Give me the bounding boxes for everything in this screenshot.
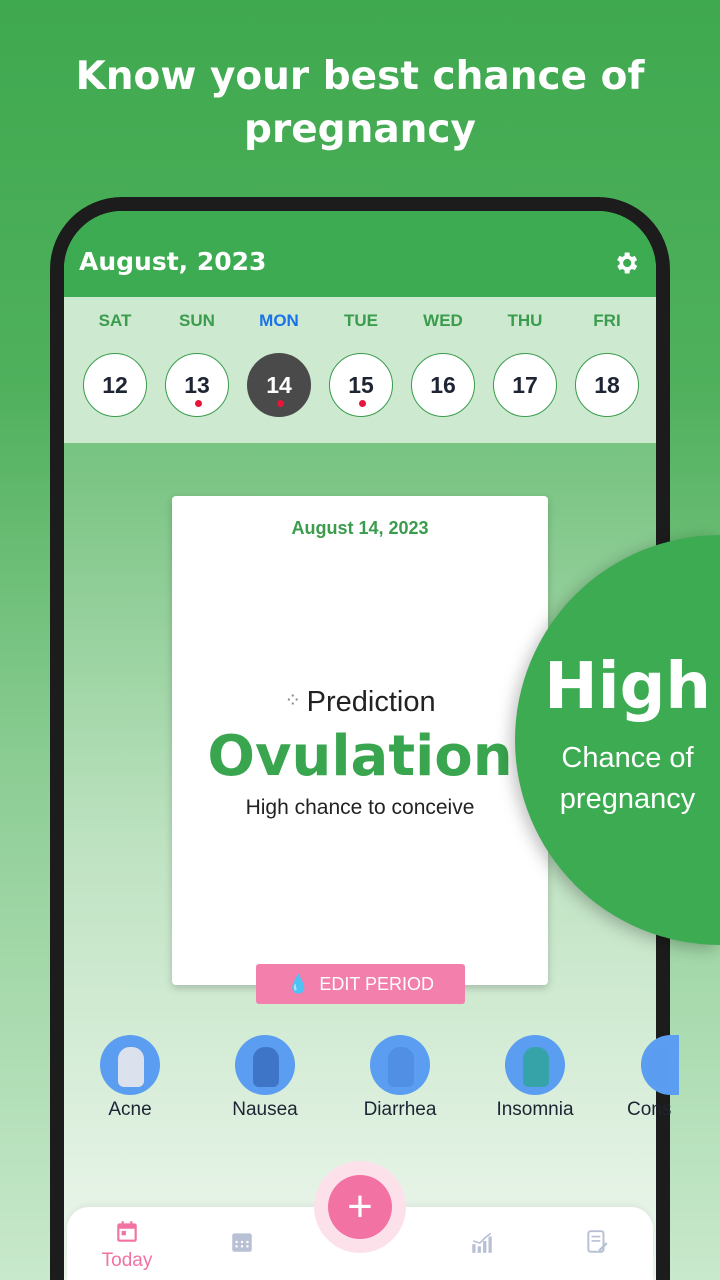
day-17[interactable]: 17 xyxy=(493,353,557,417)
app-header: August, 2023 xyxy=(64,211,656,297)
period-dot xyxy=(277,400,284,407)
add-button[interactable]: + xyxy=(328,1175,392,1239)
drop-icon: 💧 xyxy=(286,973,310,994)
card-date: August 14, 2023 xyxy=(291,518,429,538)
day-name-sun: SUN xyxy=(179,311,215,330)
symptom-label: Acne xyxy=(108,1099,152,1120)
nav-today-label: Today xyxy=(101,1250,153,1271)
edit-period-button[interactable]: 💧 EDIT PERIOD xyxy=(256,964,465,1004)
symptom-icon xyxy=(641,1035,679,1095)
symptom-diarrhea[interactable]: Diarrhea xyxy=(350,1035,450,1121)
badge-title: High xyxy=(544,650,711,724)
symptom-icon xyxy=(505,1035,565,1095)
week-strip: SAT 12 SUN 13 MON 14 TUE 15 WED 16 THU 17 FRI 18 xyxy=(64,297,656,443)
loading-icon: ⁘ xyxy=(284,690,307,712)
nav-calendar[interactable] xyxy=(212,1229,272,1260)
prediction-text: Prediction xyxy=(306,686,436,718)
symptom-cons[interactable]: Cons xyxy=(627,1035,679,1121)
nav-notes[interactable] xyxy=(567,1229,627,1260)
day-name-thu: THU xyxy=(507,311,543,330)
day-number: 18 xyxy=(594,371,620,398)
symptom-label: Nausea xyxy=(232,1099,298,1120)
symptom-label: Diarrhea xyxy=(363,1099,437,1120)
badge-line1: Chance of xyxy=(561,742,694,774)
day-16[interactable]: 16 xyxy=(411,353,475,417)
chance-text: High chance to conceive xyxy=(245,796,475,819)
calendar-icon xyxy=(232,1233,252,1252)
day-15[interactable]: 15 xyxy=(329,353,393,417)
prediction-card: August 14, 2023 ⁘ Prediction Ovulation H… xyxy=(172,496,548,985)
symptom-label: Insomnia xyxy=(496,1099,574,1120)
edit-period-label: EDIT PERIOD xyxy=(319,973,435,994)
period-dot xyxy=(359,400,366,407)
phase-title: Ovulation xyxy=(207,724,513,789)
day-18[interactable]: 18 xyxy=(575,353,639,417)
gear-icon[interactable] xyxy=(612,249,640,277)
day-number: 15 xyxy=(348,371,374,398)
note-edit-icon xyxy=(587,1230,608,1253)
prediction-label: ⁘ Prediction xyxy=(172,686,548,719)
nav-stats[interactable] xyxy=(452,1229,512,1260)
badge-line2: pregnancy xyxy=(559,783,696,815)
symptom-icon xyxy=(235,1035,295,1095)
day-14[interactable]: 14 xyxy=(247,353,311,417)
day-number: 16 xyxy=(430,371,456,398)
month-title: August, 2023 xyxy=(79,247,267,276)
chart-icon xyxy=(472,1232,492,1253)
day-name-wed: WED xyxy=(423,311,463,330)
calendar-today-icon xyxy=(117,1221,137,1242)
day-number: 13 xyxy=(184,371,210,398)
day-12[interactable]: 12 xyxy=(83,353,147,417)
day-number: 14 xyxy=(266,371,292,398)
symptom-icon xyxy=(370,1035,430,1095)
headline: Know your best chance of pregnancy xyxy=(75,54,645,152)
day-name-fri: FRI xyxy=(593,311,621,330)
plus-icon: + xyxy=(347,1182,373,1231)
day-number: 12 xyxy=(102,371,128,398)
symptom-insomnia[interactable]: Insomnia xyxy=(485,1035,585,1121)
symptom-nausea[interactable]: Nausea xyxy=(215,1035,315,1121)
period-dot xyxy=(195,400,202,407)
symptom-icon xyxy=(100,1035,160,1095)
day-number: 17 xyxy=(512,371,538,398)
day-13[interactable]: 13 xyxy=(165,353,229,417)
day-name-mon: MON xyxy=(259,311,299,330)
day-name-tue: TUE xyxy=(344,311,378,330)
symptom-label: Cons xyxy=(627,1099,672,1120)
symptom-acne[interactable]: Acne xyxy=(80,1035,180,1121)
day-name-sat: SAT xyxy=(98,311,132,330)
nav-today[interactable]: Today xyxy=(97,1219,157,1272)
